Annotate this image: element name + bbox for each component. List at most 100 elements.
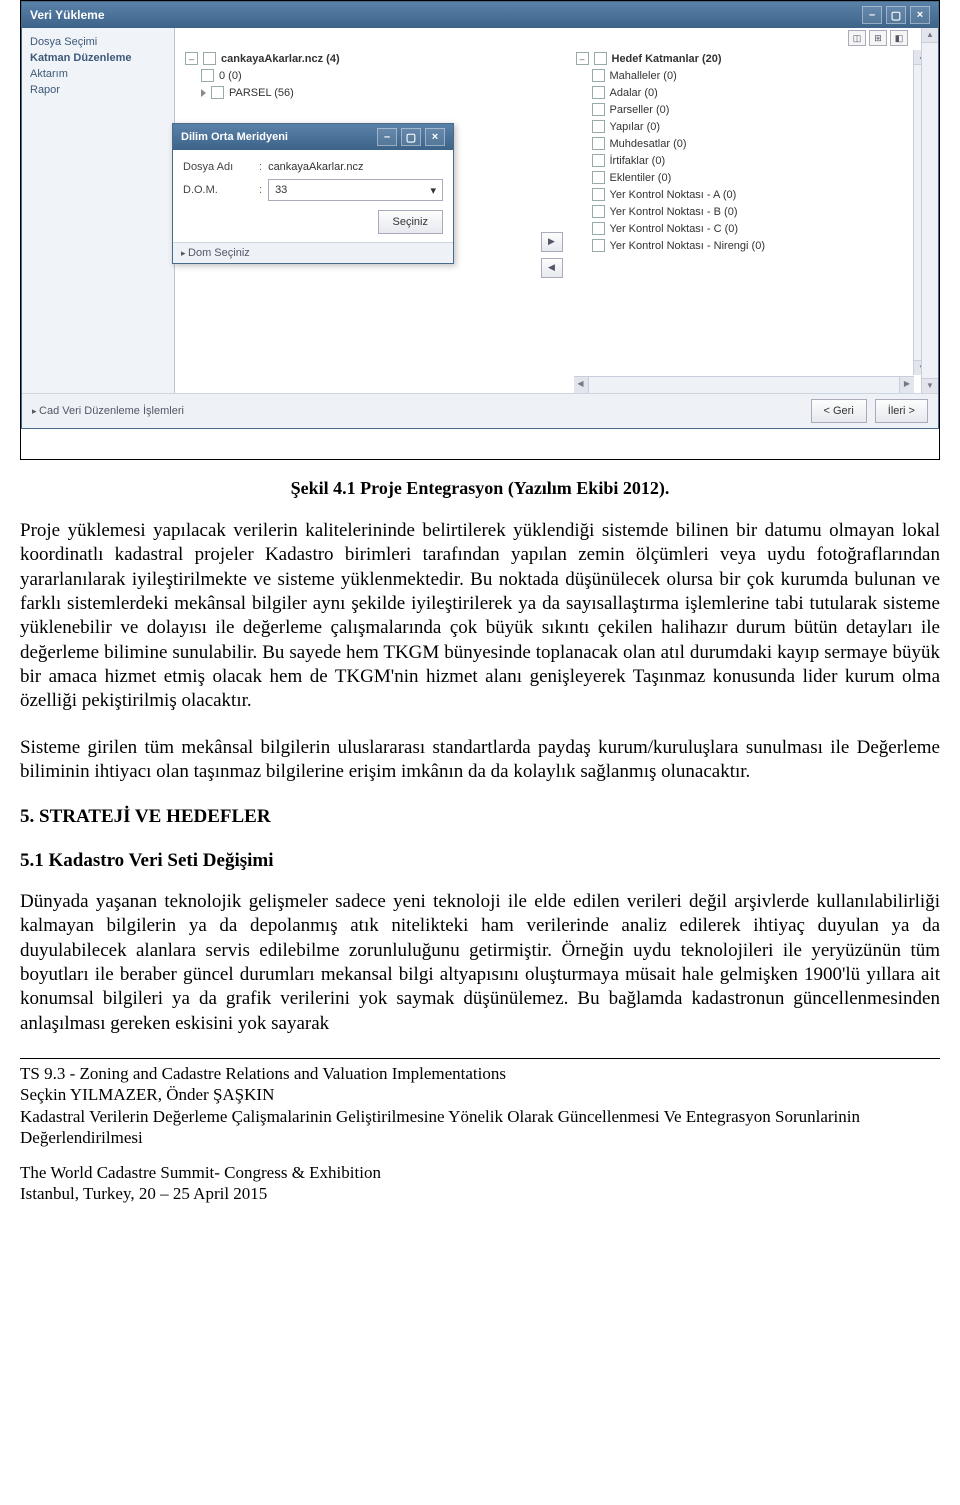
checkbox[interactable] — [592, 69, 605, 82]
panel-icon-2[interactable]: ⊞ — [869, 30, 887, 46]
target-item[interactable]: Adalar (0) — [574, 84, 911, 101]
figure-container: Veri Yükleme – ▢ × Dosya Seçimi Katman D… — [20, 0, 940, 460]
checkbox[interactable] — [203, 52, 216, 65]
sidebar-item-katman-duzenleme[interactable]: Katman Düzenleme — [28, 50, 168, 66]
status-left: ▸ Cad Veri Düzenleme İşlemleri — [32, 405, 184, 417]
footer-line-4: The World Cadastre Summit- Congress & Ex… — [20, 1162, 940, 1183]
panel-icon-3[interactable]: ◧ — [890, 30, 908, 46]
panel-tool-icons: ◫ ⊞ ◧ — [848, 30, 908, 46]
target-layers-panel: – Hedef Katmanlar (20) Mahalleler (0) Ad… — [574, 50, 931, 393]
target-item[interactable]: Mahalleler (0) — [574, 67, 911, 84]
paragraph-3: Dünyada yaşanan teknolojik gelişmeler sa… — [20, 890, 940, 1036]
main-vertical-scrollbar[interactable] — [921, 28, 938, 393]
main-window-title: Veri Yükleme — [30, 8, 105, 22]
move-right-button[interactable]: ▶ — [541, 232, 563, 252]
target-item[interactable]: Yer Kontrol Noktası - C (0) — [574, 220, 911, 237]
source-child-0: 0 (0) — [219, 70, 242, 82]
sidebar-item-rapor[interactable]: Rapor — [28, 82, 168, 98]
next-button[interactable]: İleri > — [875, 399, 928, 423]
tree-root-target[interactable]: – Hedef Katmanlar (20) — [574, 50, 911, 67]
target-item[interactable]: İrtifaklar (0) — [574, 152, 911, 169]
expand-icon[interactable] — [201, 89, 206, 97]
move-left-button[interactable]: ◀ — [541, 258, 563, 278]
target-item[interactable]: Eklentiler (0) — [574, 169, 911, 186]
file-label: Dosya Adı — [183, 161, 253, 173]
status-text: Cad Veri Düzenleme İşlemleri — [39, 405, 184, 417]
dom-label: D.O.M. — [183, 184, 253, 196]
separator: : — [259, 184, 262, 196]
panel-icon-1[interactable]: ◫ — [848, 30, 866, 46]
tree-node-parsel[interactable]: PARSEL (56) — [183, 84, 520, 101]
target-root-label: Hedef Katmanlar (20) — [612, 53, 722, 65]
chevron-right-icon: ▸ — [181, 248, 188, 258]
checkbox[interactable] — [592, 188, 605, 201]
footer-line-1: TS 9.3 - Zoning and Cadastre Relations a… — [20, 1063, 940, 1084]
file-value: cankayaAkarlar.ncz — [268, 161, 363, 173]
checkbox[interactable] — [592, 205, 605, 218]
nav-buttons: < Geri İleri > — [811, 399, 928, 423]
collapse-icon[interactable]: – — [185, 52, 198, 65]
footer-block-2: The World Cadastre Summit- Congress & Ex… — [20, 1162, 940, 1205]
dialog-submit-button[interactable]: Seçiniz — [378, 210, 443, 234]
checkbox[interactable] — [592, 239, 605, 252]
checkbox[interactable] — [211, 86, 224, 99]
dialog-window-controls: – ▢ × — [377, 128, 445, 146]
main-window-controls: – ▢ × — [862, 6, 930, 24]
checkbox[interactable] — [592, 171, 605, 184]
maximize-button[interactable]: ▢ — [886, 6, 906, 24]
paragraph-2: Sisteme girilen tüm mekânsal bilgilerin … — [20, 736, 940, 785]
back-button[interactable]: < Geri — [811, 399, 867, 423]
statusbar: ▸ Cad Veri Düzenleme İşlemleri < Geri İl… — [22, 393, 938, 428]
collapse-icon[interactable]: – — [576, 52, 589, 65]
target-item[interactable]: Muhdesatlar (0) — [574, 135, 911, 152]
main-body: Dosya Seçimi Katman Düzenleme Aktarım Ra… — [22, 28, 938, 393]
sidebar: Dosya Seçimi Katman Düzenleme Aktarım Ra… — [22, 28, 175, 393]
target-item[interactable]: Yer Kontrol Noktası - B (0) — [574, 203, 911, 220]
paragraph-1: Proje yüklemesi yapılacak verilerin kali… — [20, 519, 940, 714]
dom-select[interactable]: 33 ▾ — [268, 179, 443, 201]
footer-line-3: Kadastral Verilerin Değerleme Çalişmalar… — [20, 1106, 940, 1149]
target-item[interactable]: Yer Kontrol Noktası - Nirengi (0) — [574, 237, 911, 254]
close-button[interactable]: × — [910, 6, 930, 24]
sidebar-item-aktarim[interactable]: Aktarım — [28, 66, 168, 82]
dom-selected-value: 33 — [275, 184, 287, 196]
checkbox[interactable] — [592, 103, 605, 116]
dialog-title: Dilim Orta Meridyeni — [181, 131, 288, 143]
target-item[interactable]: Yapılar (0) — [574, 118, 911, 135]
footer-line-5: Istanbul, Turkey, 20 – 25 April 2015 — [20, 1183, 940, 1204]
horizontal-scrollbar[interactable] — [574, 376, 915, 393]
checkbox[interactable] — [592, 120, 605, 133]
checkbox[interactable] — [592, 222, 605, 235]
figure-caption: Şekil 4.1 Proje Entegrasyon (Yazılım Eki… — [20, 478, 940, 499]
tree-node-0[interactable]: 0 (0) — [183, 67, 520, 84]
target-item[interactable]: Yer Kontrol Noktası - A (0) — [574, 186, 911, 203]
minimize-button[interactable]: – — [862, 6, 882, 24]
checkbox[interactable] — [592, 86, 605, 99]
dom-dialog: Dilim Orta Meridyeni – ▢ × Dosya Adı : c… — [172, 123, 454, 264]
sidebar-item-dosya-secimi[interactable]: Dosya Seçimi — [28, 34, 168, 50]
main-titlebar: Veri Yükleme – ▢ × — [22, 2, 938, 28]
target-item[interactable]: Parseller (0) — [574, 101, 911, 118]
tree-root-source[interactable]: – cankayaAkarlar.ncz (4) — [183, 50, 520, 67]
dialog-minimize-button[interactable]: – — [377, 128, 397, 146]
footer-block-1: TS 9.3 - Zoning and Cadastre Relations a… — [20, 1063, 940, 1148]
checkbox[interactable] — [592, 137, 605, 150]
heading-5-1: 5.1 Kadastro Veri Seti Değişimi — [20, 850, 940, 872]
dialog-maximize-button[interactable]: ▢ — [401, 128, 421, 146]
checkbox[interactable] — [201, 69, 214, 82]
transfer-buttons: ▶ ◀ — [540, 116, 564, 393]
dialog-row-file: Dosya Adı : cankayaAkarlar.ncz — [183, 158, 443, 176]
dialog-body: Dosya Adı : cankayaAkarlar.ncz D.O.M. : … — [173, 150, 453, 242]
checkbox[interactable] — [592, 154, 605, 167]
dialog-titlebar: Dilim Orta Meridyeni – ▢ × — [173, 124, 453, 150]
heading-5: 5. STRATEJİ VE HEDEFLER — [20, 806, 940, 828]
checkbox[interactable] — [594, 52, 607, 65]
chevron-right-icon: ▸ — [32, 406, 39, 416]
chevron-down-icon: ▾ — [430, 184, 436, 197]
source-root-label: cankayaAkarlar.ncz (4) — [221, 53, 340, 65]
dialog-close-button[interactable]: × — [425, 128, 445, 146]
app-window: Veri Yükleme – ▢ × Dosya Seçimi Katman D… — [21, 1, 939, 429]
footer-line-2: Seçkin YILMAZER, Önder ŞAŞKIN — [20, 1084, 940, 1105]
footer-separator — [20, 1058, 940, 1059]
dialog-status-text: Dom Seçiniz — [188, 247, 250, 259]
